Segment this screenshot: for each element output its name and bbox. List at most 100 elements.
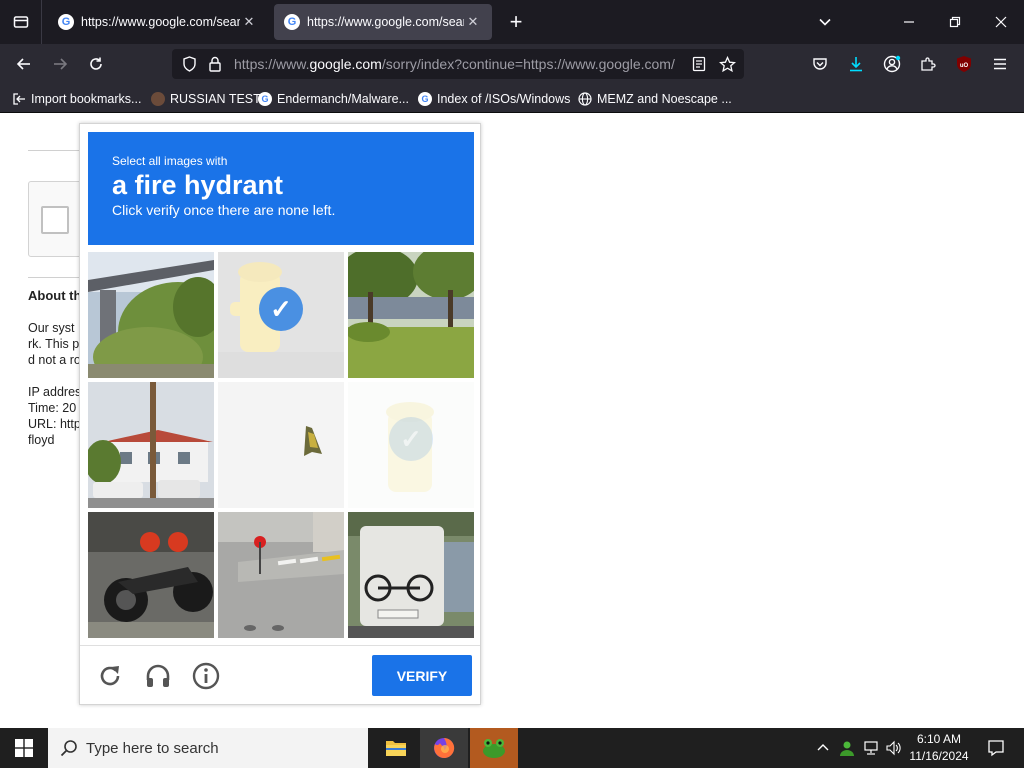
text-line: floyd: [28, 433, 55, 447]
street-image: [218, 512, 344, 638]
audio-challenge-button[interactable]: [142, 660, 174, 692]
network-icon: [864, 741, 878, 755]
image-tile-hydrant-selected[interactable]: ✓: [218, 252, 344, 378]
park-image: [348, 252, 474, 378]
text-line: Our syst: [28, 321, 75, 335]
puzzle-icon: [921, 57, 936, 71]
image-tile-loading[interactable]: [218, 382, 344, 508]
address-bar[interactable]: https://www.google.com/sorry/index?conti…: [172, 49, 744, 79]
image-tile-house[interactable]: [88, 382, 214, 508]
taskbar: Type here to search 6:10 AM 11/16/2024: [0, 728, 1024, 768]
shield-icon[interactable]: [180, 55, 198, 73]
image-tile-park[interactable]: [348, 252, 474, 378]
text-line: Time: 20: [28, 401, 77, 415]
image-tile-camper[interactable]: [348, 512, 474, 638]
instruction-small: Select all images with: [112, 154, 228, 168]
info-icon: [192, 662, 220, 690]
tab-bar: G https://www.google.com/searc ✕ G https…: [0, 0, 1024, 44]
network-button[interactable]: [860, 728, 882, 768]
tab-search-2[interactable]: G https://www.google.com/searc ✕: [274, 4, 492, 40]
clock[interactable]: 6:10 AM 11/16/2024: [904, 731, 974, 765]
lock-icon[interactable]: [206, 55, 224, 73]
loading-image: [218, 382, 344, 508]
image-tile-bridge[interactable]: [88, 252, 214, 378]
pocket-icon: [813, 58, 827, 70]
reader-view-icon[interactable]: [690, 55, 708, 73]
bookmark-memz[interactable]: MEMZ and Noescape ...: [578, 90, 732, 108]
extensions-button[interactable]: [914, 50, 942, 78]
help-button[interactable]: [190, 660, 222, 692]
taskbar-firefox[interactable]: [420, 728, 468, 768]
menu-button[interactable]: [986, 50, 1014, 78]
bookmark-import[interactable]: Import bookmarks...: [12, 90, 141, 108]
notification-center-button[interactable]: [976, 728, 1016, 768]
url-text[interactable]: https://www.google.com/sorry/index?conti…: [234, 56, 678, 72]
tab-title: https://www.google.com/searc: [81, 15, 240, 29]
ublock-button[interactable]: uO: [950, 50, 978, 78]
reload-icon: [90, 57, 102, 70]
url-host: google.com: [309, 56, 382, 72]
chevron-up-icon: [817, 744, 829, 751]
import-icon: [12, 92, 26, 106]
close-window-button[interactable]: [978, 0, 1024, 44]
captcha-header: Select all images with a fire hydrant Cl…: [88, 132, 474, 245]
about-heading: About th: [28, 288, 82, 303]
speaker-icon: [886, 740, 901, 756]
back-button[interactable]: [10, 50, 38, 78]
verify-button[interactable]: VERIFY: [372, 655, 472, 696]
tab-search-1[interactable]: G https://www.google.com/searc ✕: [48, 4, 268, 40]
instruction-target: a fire hydrant: [112, 170, 284, 200]
account-button[interactable]: [878, 50, 906, 78]
site-icon: [151, 92, 165, 106]
taskbar-app-frog[interactable]: [470, 728, 518, 768]
image-tile-street[interactable]: [218, 512, 344, 638]
divider: [80, 645, 480, 646]
list-all-tabs-button[interactable]: [802, 0, 848, 44]
new-tab-button[interactable]: +: [502, 8, 530, 36]
tray-app-icon[interactable]: [836, 728, 858, 768]
restore-button[interactable]: [932, 0, 978, 44]
instruction-sub: Click verify once there are none left.: [112, 202, 336, 218]
bookmark-label: MEMZ and Noescape ...: [597, 92, 732, 106]
text-line: rk. This p: [28, 337, 80, 351]
close-tab-icon[interactable]: ✕: [464, 14, 482, 30]
recaptcha-checkbox[interactable]: [41, 206, 69, 234]
search-placeholder: Type here to search: [86, 739, 219, 757]
reload-button[interactable]: [82, 50, 110, 78]
volume-button[interactable]: [882, 728, 904, 768]
pocket-button[interactable]: [806, 50, 834, 78]
taskbar-file-explorer[interactable]: [372, 728, 420, 768]
firefox-view-button[interactable]: [0, 0, 42, 44]
search-icon: [60, 740, 77, 757]
bookmark-label: Import bookmarks...: [31, 92, 142, 106]
close-tab-icon[interactable]: ✕: [240, 14, 258, 30]
bookmark-star-icon[interactable]: [718, 55, 736, 73]
text-line: IP addres: [28, 385, 82, 399]
text-line: [28, 368, 81, 384]
bookmark-russian-test[interactable]: RUSSIAN TEST: [151, 90, 261, 108]
navigation-toolbar: https://www.google.com/sorry/index?conti…: [0, 44, 1024, 84]
downloads-button[interactable]: [842, 50, 870, 78]
motorcycle-image: [88, 512, 214, 638]
clock-time: 6:10 AM: [916, 732, 962, 746]
start-button[interactable]: [0, 728, 48, 768]
minimize-button[interactable]: [886, 0, 932, 44]
show-hidden-icons-button[interactable]: [812, 728, 834, 768]
reload-challenge-button[interactable]: [94, 660, 126, 692]
image-grid: ✓ ✓: [88, 252, 474, 638]
taskbar-search[interactable]: Type here to search: [48, 728, 368, 768]
firefox-view-icon: [13, 16, 28, 28]
image-tile-hydrant-selected[interactable]: ✓: [348, 382, 474, 508]
forward-button[interactable]: [46, 50, 74, 78]
bookmark-endermanch[interactable]: G Endermanch/Malware...: [258, 90, 409, 108]
image-tile-motorcycle[interactable]: [88, 512, 214, 638]
bridge-image: [88, 252, 214, 378]
restore-icon: [949, 16, 961, 28]
checkmark-icon: ✓: [389, 417, 433, 461]
text-line: URL: http: [28, 417, 81, 431]
user-green-icon: [840, 741, 854, 756]
folder-icon: [386, 741, 406, 756]
back-arrow-icon: [16, 58, 30, 70]
bookmark-isos[interactable]: G Index of /ISOs/Windows: [418, 90, 570, 108]
clock-date: 11/16/2024: [909, 749, 969, 763]
